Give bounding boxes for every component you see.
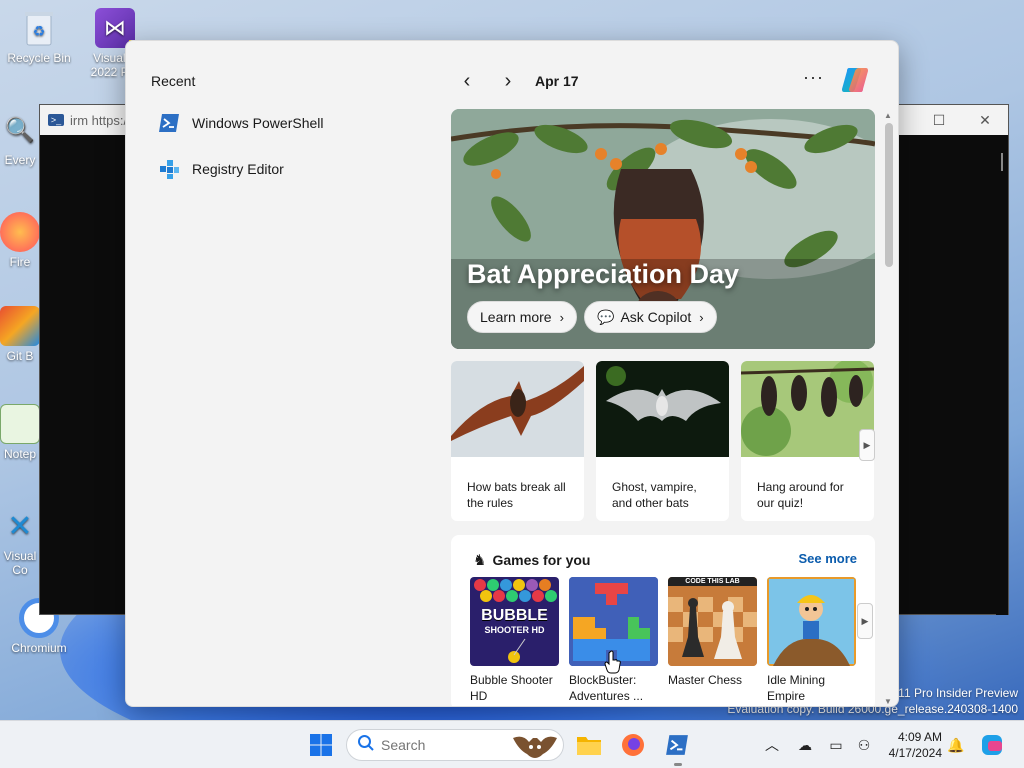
display-icon[interactable]: ▭ (824, 733, 848, 757)
chevron-right-icon: › (699, 309, 704, 325)
game-thumbnail (767, 577, 856, 666)
game-name: Bubble Shooter HD (470, 673, 553, 703)
cards-next-arrow-icon[interactable]: ▶ (859, 429, 875, 461)
taskbar: ︿ ☁ ▭ ⚇ 4:09 AM 4/17/2024 🔔 (0, 720, 1024, 768)
terminal-scrollbar[interactable] (996, 135, 1008, 615)
scrollbar-thumb[interactable] (885, 123, 893, 267)
card-image (451, 361, 584, 457)
powershell-icon (158, 112, 180, 134)
folder-icon (577, 737, 601, 755)
games-next-arrow-icon[interactable]: ▶ (857, 603, 873, 639)
card-caption: Ghost, vampire, and other bats (612, 480, 697, 510)
card-caption: How bats break all the rules (467, 480, 566, 510)
windows-logo-icon (310, 734, 332, 756)
firefox-button[interactable] (617, 729, 649, 761)
see-more-link[interactable]: See more (798, 551, 857, 566)
recent-item-label: Windows PowerShell (192, 115, 324, 131)
game-name: Idle Mining Empire (767, 673, 826, 703)
game-name: Master Chess (668, 673, 743, 687)
widgets-scrollbar[interactable]: ▲ ▼ (882, 109, 896, 706)
network-icon[interactable]: ⚇ (852, 733, 876, 757)
hand-cursor-icon (604, 650, 621, 674)
game-thumbnail: CODE THIS LAB (668, 577, 757, 666)
terminal-tab-title[interactable]: irm https:/ (70, 113, 127, 128)
chevron-left-icon[interactable]: ‹ (453, 67, 481, 95)
recent-item-registry-editor[interactable]: Registry Editor (158, 158, 284, 180)
game-tile-master-chess[interactable]: CODE THIS LAB Master Chess (668, 577, 757, 688)
chat-bubble-icon: 💬 (597, 308, 615, 325)
game-tile-bubble-shooter[interactable]: BUBBLE SHOOTER HD Bubble Shooter HD (470, 577, 559, 704)
clock-date: 4/17/2024 (888, 746, 942, 760)
game-tile-idle-mining[interactable]: Idle Mining Empire (767, 577, 856, 704)
watermark-edition: 11 Pro Insider Preview (898, 686, 1018, 700)
widgets-date: Apr 17 (535, 73, 579, 89)
powershell-taskbar-button[interactable] (661, 729, 693, 761)
git-bash-icon (0, 306, 40, 346)
file-explorer-button[interactable] (573, 729, 605, 761)
taskbar-search[interactable] (346, 729, 564, 761)
desktop-icon-vscode[interactable]: ✕ Visual Co (0, 506, 40, 578)
games-section: ♞ Games for you See more BUBBLE SHOOTER … (451, 535, 875, 706)
card-caption: Hang around for our quiz! (757, 480, 844, 510)
copilot-icon[interactable] (840, 65, 870, 95)
chess-piece-icon: ♞ (473, 552, 487, 569)
games-title: ♞ Games for you (473, 552, 591, 569)
widgets-feed[interactable]: Bat Appreciation Day Learn more › 💬 Ask … (451, 109, 875, 706)
card-image (741, 361, 874, 457)
news-card[interactable]: Hang around for our quiz! (741, 361, 874, 521)
widgets-panel[interactable]: Recent Windows PowerShell Registry Edito… (125, 40, 899, 707)
powershell-icon (666, 735, 688, 755)
recent-item-powershell[interactable]: Windows PowerShell (158, 112, 324, 134)
desktop-icon-recycle-bin[interactable]: ♻ Recycle Bin (0, 8, 78, 65)
recent-title: Recent (151, 73, 196, 89)
active-app-indicator (674, 763, 682, 766)
cloud-offline-icon[interactable]: ☁ (793, 733, 817, 757)
taskbar-clock[interactable]: 4:09 AM 4/17/2024 (884, 729, 942, 761)
registry-editor-icon (158, 158, 180, 180)
hero-card[interactable]: Bat Appreciation Day Learn more › 💬 Ask … (451, 109, 875, 349)
vscode-icon: ✕ (7, 509, 33, 543)
more-options-icon[interactable]: ··· (803, 67, 824, 88)
search-icon (357, 734, 375, 757)
desktop-icon-notepad[interactable]: Notep (0, 404, 40, 461)
recycle-bin-icon: ♻ (19, 8, 59, 48)
start-button[interactable] (305, 729, 337, 761)
clock-time: 4:09 AM (897, 730, 942, 744)
firefox-icon (0, 212, 40, 252)
powershell-tab-icon: >_ (48, 114, 64, 126)
chevron-right-icon[interactable]: › (494, 67, 522, 95)
game-thumbnail: BUBBLE SHOOTER HD (470, 577, 559, 666)
svg-text:♻: ♻ (33, 23, 46, 39)
card-image (596, 361, 729, 457)
news-card[interactable]: How bats break all the rules (451, 361, 584, 521)
learn-more-button[interactable]: Learn more › (467, 301, 577, 333)
notification-bell-icon[interactable]: 🔔 (944, 733, 968, 757)
scroll-up-icon[interactable]: ▲ (884, 111, 892, 120)
search-input[interactable] (381, 737, 501, 753)
maximize-icon[interactable]: ☐ (916, 105, 962, 135)
recent-item-label: Registry Editor (192, 161, 284, 177)
desktop-icon-everything[interactable]: 🔍 Every (0, 110, 40, 168)
chevron-right-icon: › (559, 309, 564, 325)
game-tile-blockbuster[interactable]: BlockBuster: Adventures ... (569, 577, 658, 704)
game-name: BlockBuster: Adventures ... (569, 673, 644, 703)
notepad-icon (0, 404, 40, 444)
desktop-icon-git-bash[interactable]: Git B (0, 306, 40, 363)
chevron-up-icon[interactable]: ︿ (760, 733, 784, 757)
ask-copilot-button[interactable]: 💬 Ask Copilot › (584, 301, 717, 333)
firefox-icon (622, 734, 644, 756)
hero-title[interactable]: Bat Appreciation Day (467, 259, 739, 290)
news-card[interactable]: Ghost, vampire, and other bats (596, 361, 729, 521)
search-magnifier-icon: 🔍 (5, 116, 35, 144)
scroll-down-icon[interactable]: ▼ (884, 697, 892, 706)
desktop-icon-firefox[interactable]: Fire (0, 212, 40, 269)
close-icon[interactable]: ✕ (962, 105, 1008, 135)
bat-search-highlight-icon (513, 736, 557, 758)
copilot-pre-icon[interactable] (980, 733, 1004, 757)
